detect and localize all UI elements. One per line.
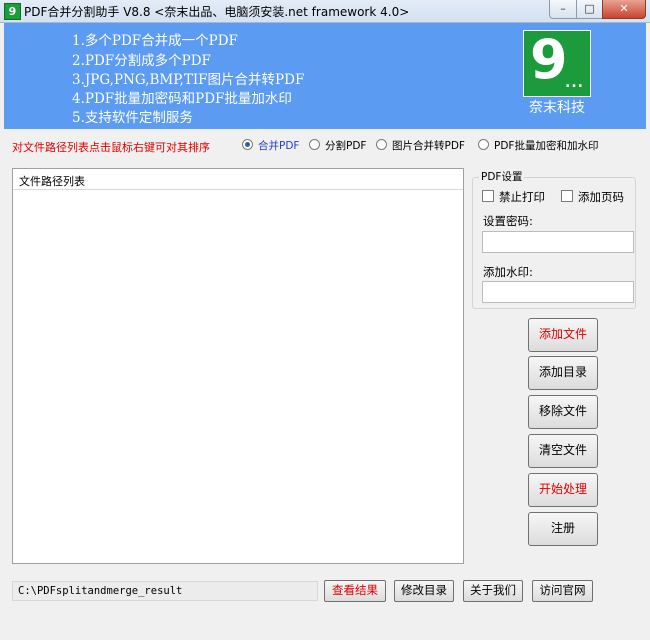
- password-input[interactable]: [482, 231, 634, 253]
- radio-merge-pdf[interactable]: 合并PDF: [242, 138, 299, 154]
- watermark-input[interactable]: [482, 281, 634, 303]
- company-logo: 9 ...: [523, 28, 591, 97]
- register-button[interactable]: 注册: [528, 512, 598, 546]
- checkbox-box: [482, 190, 494, 202]
- radio-label: PDF批量加密和加水印: [494, 140, 599, 152]
- feature-line-3: 3.JPG,PNG,BMP,TIF图片合并转PDF: [72, 72, 305, 88]
- title-bar: 9 PDF合并分割助手 V8.8 <奈末出品、电脑须安装.net framewo…: [0, 0, 650, 23]
- minimize-button[interactable]: –: [549, 0, 577, 19]
- radio-images-to-pdf[interactable]: 图片合并转PDF: [376, 138, 465, 154]
- visit-website-button[interactable]: 访问官网: [532, 580, 593, 602]
- file-path-list[interactable]: 文件路径列表: [12, 168, 464, 564]
- radio-dot: [376, 139, 387, 150]
- disable-print-checkbox[interactable]: 禁止打印: [482, 189, 545, 205]
- radio-split-pdf[interactable]: 分割PDF: [309, 138, 366, 154]
- password-label: 设置密码:: [483, 214, 533, 228]
- window-title: PDF合并分割助手 V8.8 <奈末出品、电脑须安装.net framework…: [24, 5, 410, 19]
- logo-dots: ...: [565, 75, 584, 91]
- checkbox-label: 禁止打印: [499, 190, 545, 204]
- feature-line-1: 1.多个PDF合并成一个PDF: [72, 33, 238, 49]
- start-processing-button[interactable]: 开始处理: [528, 473, 598, 507]
- radio-dot: [478, 139, 489, 150]
- logo-nine-glyph: 9: [530, 28, 568, 91]
- change-folder-button[interactable]: 修改目录: [394, 580, 454, 602]
- maximize-button[interactable]: □: [576, 0, 603, 19]
- radio-label: 分割PDF: [325, 140, 367, 152]
- list-header-label: 文件路径列表: [19, 175, 85, 188]
- view-result-button[interactable]: 查看结果: [324, 580, 386, 602]
- output-path-field: C:\PDFsplitandmerge_result: [12, 581, 318, 601]
- watermark-label: 添加水印:: [483, 265, 533, 279]
- company-name: 奈末科技: [529, 100, 585, 116]
- add-page-number-checkbox[interactable]: 添加页码: [561, 189, 624, 205]
- feature-line-2: 2.PDF分割成多个PDF: [72, 53, 211, 69]
- radio-label: 图片合并转PDF: [392, 140, 465, 152]
- close-button[interactable]: ✕: [602, 0, 646, 19]
- checkbox-box: [561, 190, 573, 202]
- feature-banner: 1.多个PDF合并成一个PDF 2.PDF分割成多个PDF 3.JPG,PNG,…: [4, 23, 646, 129]
- output-path-text: C:\PDFsplitandmerge_result: [18, 585, 183, 597]
- add-file-button[interactable]: 添加文件: [528, 318, 598, 352]
- radio-label: 合并PDF: [258, 140, 300, 152]
- radio-encrypt-watermark[interactable]: PDF批量加密和加水印: [478, 138, 598, 154]
- about-us-button[interactable]: 关于我们: [463, 580, 523, 602]
- add-folder-button[interactable]: 添加目录: [528, 356, 598, 390]
- clear-files-button[interactable]: 清空文件: [528, 434, 598, 468]
- radio-dot: [309, 139, 320, 150]
- remove-file-button[interactable]: 移除文件: [528, 395, 598, 429]
- pdf-settings-group: PDF设置 禁止打印 添加页码 设置密码: 添加水印:: [472, 169, 636, 309]
- checkbox-label: 添加页码: [578, 190, 624, 204]
- sort-hint: 对文件路径列表点击鼠标右键可对其排序: [12, 141, 210, 154]
- feature-line-5: 5.支持软件定制服务: [72, 110, 193, 126]
- feature-line-4: 4.PDF批量加密码和PDF批量加水印: [72, 91, 292, 107]
- pdf-settings-title: PDF设置: [479, 169, 525, 184]
- radio-dot: [242, 139, 253, 150]
- app-icon: 9: [4, 3, 21, 20]
- list-column-header[interactable]: 文件路径列表: [13, 169, 463, 190]
